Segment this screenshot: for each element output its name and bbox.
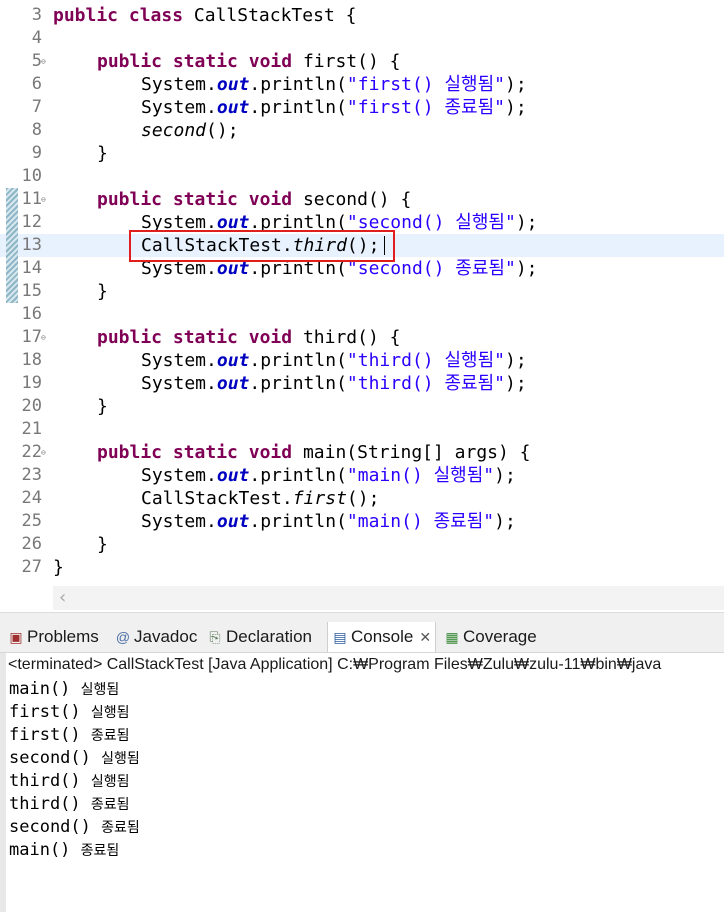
code-line: System.out.println("third() 실행됨"); — [141, 350, 527, 371]
line-number: 4 — [31, 28, 42, 48]
code-line: second(); — [141, 120, 239, 141]
code-line: public static void first() { — [97, 51, 401, 72]
code-line: } — [97, 281, 108, 302]
coverage-icon: ▦ — [445, 629, 459, 645]
line-number: 9 — [31, 143, 42, 163]
collapse-icon[interactable]: ⊖ — [41, 56, 46, 68]
code-line: System.out.println("first() 실행됨"); — [141, 74, 527, 95]
code-line: System.out.println("third() 종료됨"); — [141, 373, 527, 394]
tab-console[interactable]: ▤ Console ✕ — [327, 622, 437, 652]
console-output-line: main() 실행됨 — [9, 679, 120, 699]
line-number: 10 — [21, 166, 42, 186]
line-number: 13 — [21, 235, 42, 255]
code-line: public static void third() { — [97, 327, 401, 348]
code-line: System.out.println("main() 실행됨"); — [141, 465, 516, 486]
line-number: 19 — [21, 373, 42, 393]
horizontal-scrollbar[interactable]: ‹ — [53, 586, 724, 610]
code-line: CallStackTest.first(); — [141, 488, 380, 509]
line-number: 18 — [21, 350, 42, 370]
tab-declaration[interactable]: ⎘ Declaration — [207, 622, 312, 652]
line-number: 15 — [21, 281, 42, 301]
tab-problems[interactable]: ▣ Problems — [8, 622, 98, 652]
line-number: 17 — [21, 327, 42, 347]
console-output-line: first() 실행됨 — [9, 702, 130, 722]
code-line: public static void second() { — [97, 189, 412, 210]
console-status-line: <terminated> CallStackTest [Java Applica… — [8, 656, 662, 673]
line-number: 5 — [31, 51, 42, 71]
console-output-line: first() 종료됨 — [9, 725, 130, 745]
code-line: public static void main(String[] args) { — [97, 442, 531, 463]
scroll-left-icon[interactable]: ‹ — [59, 588, 66, 608]
collapse-icon[interactable]: ⊖ — [41, 447, 46, 459]
code-line: } — [97, 534, 108, 555]
at-sign-icon: @ — [115, 629, 131, 645]
text-caret — [384, 236, 385, 255]
collapse-icon[interactable]: ⊖ — [41, 194, 46, 206]
console-output-line: second() 종료됨 — [9, 817, 140, 837]
code-line: System.out.println("first() 종료됨"); — [141, 97, 527, 118]
code-line: } — [53, 557, 64, 578]
tab-coverage[interactable]: ▦ Coverage — [444, 622, 536, 652]
line-number: 25 — [21, 511, 42, 531]
line-number: 27 — [21, 557, 42, 577]
line-number: 16 — [21, 304, 42, 324]
console-view[interactable]: <terminated> CallStackTest [Java Applica… — [0, 653, 724, 912]
collapse-icon[interactable]: ⊖ — [41, 332, 46, 344]
close-icon[interactable]: ✕ — [419, 629, 431, 645]
code-line: public class CallStackTest { — [53, 5, 357, 26]
console-output-line: third() 종료됨 — [9, 794, 130, 814]
tab-javadoc[interactable]: @ Javadoc — [115, 622, 197, 652]
console-tab-bar: ▣ Problems @ Javadoc ⎘ Declaration ▤ Console… — [0, 622, 724, 653]
code-line: } — [97, 396, 108, 417]
console-output-line: third() 실행됨 — [9, 771, 130, 791]
line-number: 6 — [31, 74, 42, 94]
declaration-icon: ⎘ — [209, 629, 221, 645]
line-number: 24 — [21, 488, 42, 508]
line-number: 23 — [21, 465, 42, 485]
code-line: System.out.println("main() 종료됨"); — [141, 511, 516, 532]
line-number: 12 — [21, 212, 42, 232]
line-number: 11 — [21, 189, 42, 209]
line-number: 3 — [31, 5, 42, 25]
console-output-line: second() 실행됨 — [9, 748, 140, 768]
line-number: 20 — [21, 396, 42, 416]
line-number: 21 — [21, 419, 42, 439]
line-number: 14 — [21, 258, 42, 278]
line-number: 26 — [21, 534, 42, 554]
highlight-box — [129, 230, 395, 262]
line-number: 8 — [31, 120, 42, 140]
line-number: 22 — [21, 442, 42, 462]
line-number: 7 — [31, 97, 42, 117]
code-line: } — [97, 143, 108, 164]
code-editor[interactable]: 3 4 5 6 7 8 9 10 11 12 13 14 15 16 17 18… — [0, 0, 724, 612]
console-icon: ▤ — [333, 629, 347, 645]
console-output-line: main() 종료됨 — [9, 840, 120, 860]
problems-icon: ▣ — [9, 629, 23, 645]
